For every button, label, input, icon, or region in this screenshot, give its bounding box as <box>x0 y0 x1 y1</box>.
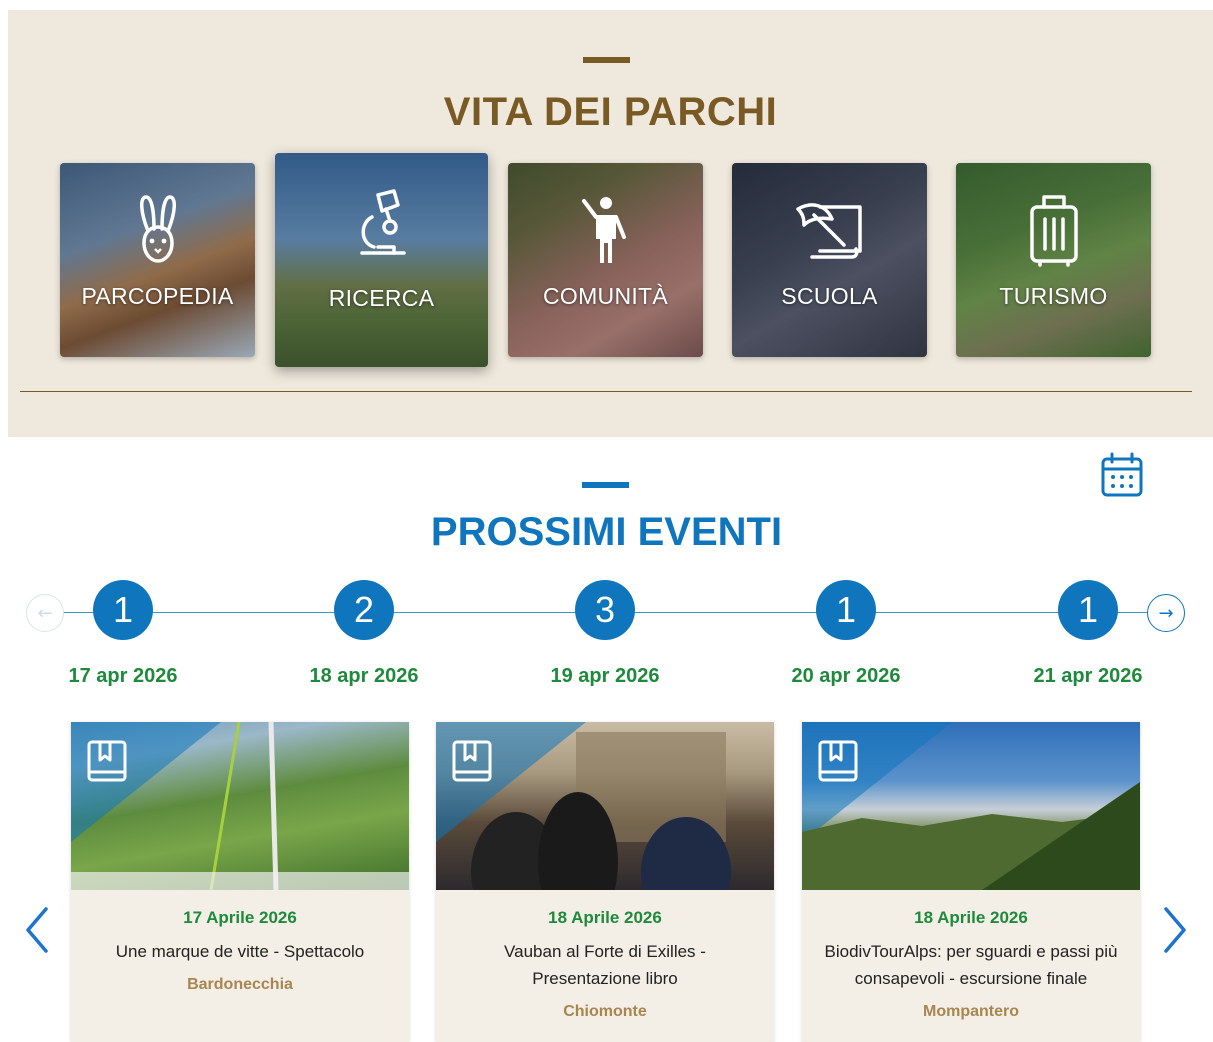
tile-turismo[interactable]: TURISMO <box>956 163 1151 357</box>
event-title[interactable]: Une marque de vitte - Spettacolo <box>91 938 389 965</box>
quill-scroll-icon <box>795 203 862 259</box>
event-title[interactable]: Vauban al Forte di Exilles - Presentazio… <box>456 938 754 992</box>
event-date: 18 Aprile 2026 <box>914 908 1028 927</box>
event-location: Bardonecchia <box>187 976 293 993</box>
tile-scuola[interactable]: SCUOLA <box>732 163 927 357</box>
title-accent-bar <box>582 482 629 488</box>
carousel-prev-icon[interactable] <box>22 905 52 955</box>
suitcase-icon <box>1029 195 1078 267</box>
microscope-icon <box>359 189 406 255</box>
calendar-icon[interactable] <box>1100 452 1144 498</box>
book-icon <box>818 740 858 782</box>
tile-label: COMUNITÀ <box>542 283 669 309</box>
tile-parcopedia[interactable]: PARCOPEDIA <box>60 163 255 357</box>
event-photo <box>436 722 774 890</box>
timeline-prev-button[interactable]: ← <box>26 594 64 632</box>
day-event-count[interactable]: 1 <box>816 580 876 640</box>
arrow-right-icon: → <box>1158 602 1174 624</box>
day-date[interactable]: 20 apr 2026 <box>771 665 921 688</box>
day-event-count[interactable]: 2 <box>334 580 394 640</box>
tile-comunita[interactable]: COMUNITÀ <box>508 163 703 357</box>
event-photo <box>802 722 1140 890</box>
section-title: VITA DEI PARCHI <box>443 90 778 134</box>
tile-ricerca[interactable]: RICERCA <box>275 153 488 367</box>
arrow-left-icon: ← <box>37 602 53 624</box>
person-icon <box>581 197 626 263</box>
rabbit-icon <box>139 195 176 263</box>
carousel-next-icon[interactable] <box>1160 905 1190 955</box>
day-date[interactable]: 18 apr 2026 <box>289 665 439 688</box>
book-icon <box>452 740 492 782</box>
event-card[interactable]: 17 Aprile 2026 Une marque de vitte - Spe… <box>71 722 409 1042</box>
tile-label: PARCOPEDIA <box>81 283 234 309</box>
vita-dei-parchi-section: VITA DEI PARCHI PARCOPEDIA RICERCA COMUN… <box>8 10 1213 437</box>
day-event-count[interactable]: 3 <box>575 580 635 640</box>
day-event-count[interactable]: 1 <box>93 580 153 640</box>
event-card[interactable]: 18 Aprile 2026 BiodivTourAlps: per sguar… <box>802 722 1140 1042</box>
event-date: 18 Aprile 2026 <box>548 908 662 927</box>
section-divider <box>20 391 1192 392</box>
title-accent-bar <box>583 57 630 63</box>
event-location: Chiomonte <box>563 1003 647 1020</box>
day-date[interactable]: 17 apr 2026 <box>48 665 198 688</box>
event-date: 17 Aprile 2026 <box>183 908 297 927</box>
tile-label: TURISMO <box>999 283 1108 309</box>
day-date[interactable]: 19 apr 2026 <box>530 665 680 688</box>
day-date[interactable]: 21 apr 2026 <box>1013 665 1163 688</box>
event-title[interactable]: BiodivTourAlps: per sguardi e passi più … <box>822 938 1120 992</box>
section-title: PROSSIMI EVENTI <box>430 510 783 554</box>
tile-label: RICERCA <box>328 285 435 311</box>
timeline-next-button[interactable]: → <box>1147 594 1185 632</box>
tile-label: SCUOLA <box>781 283 878 309</box>
event-photo <box>71 722 409 890</box>
event-card[interactable]: 18 Aprile 2026 Vauban al Forte di Exille… <box>436 722 774 1042</box>
book-icon <box>87 740 127 782</box>
event-location: Mompantero <box>923 1003 1019 1020</box>
day-event-count[interactable]: 1 <box>1058 580 1118 640</box>
